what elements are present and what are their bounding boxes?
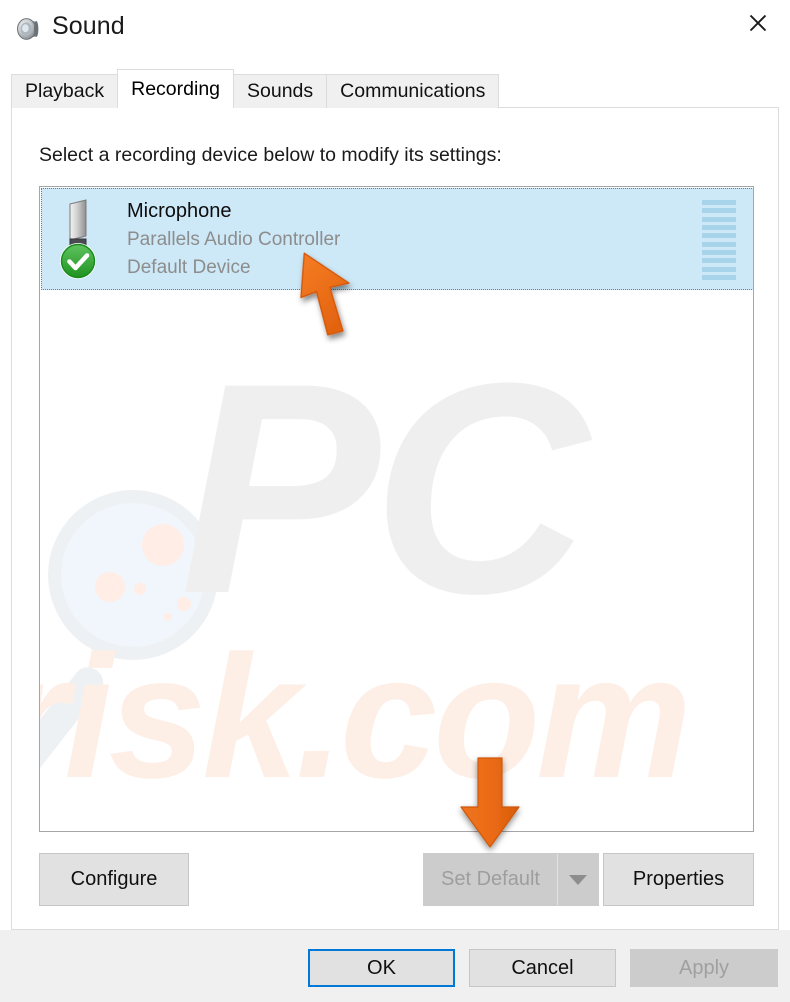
tab-communications-label: Communications [340, 80, 486, 102]
meter-segment [702, 274, 736, 280]
device-name-label: Microphone [127, 200, 232, 222]
apply-button: Apply [630, 949, 778, 987]
svg-text:PC: PC [180, 320, 592, 656]
set-default-button-label: Set Default [441, 868, 540, 890]
close-button[interactable] [726, 0, 790, 46]
close-icon [749, 14, 767, 32]
set-default-button[interactable]: Set Default [424, 854, 558, 905]
instruction-label: Select a recording device below to modif… [39, 144, 502, 166]
meter-segment [702, 249, 736, 255]
meter-segment [702, 208, 736, 214]
meter-segment [702, 241, 736, 247]
tab-recording[interactable]: Recording [117, 69, 235, 108]
tab-playback-label: Playback [25, 80, 105, 102]
title-bar: Sound [0, 0, 790, 58]
chevron-down-icon[interactable] [558, 854, 598, 905]
apply-button-label: Apply [678, 956, 730, 979]
meter-segment [702, 216, 736, 222]
ok-button[interactable]: OK [308, 949, 455, 987]
window-title: Sound [52, 12, 125, 40]
meter-segment [702, 258, 736, 264]
tab-recording-label: Recording [131, 77, 221, 100]
device-list-item-microphone[interactable]: Microphone Parallels Audio Controller De… [41, 188, 753, 290]
configure-button[interactable]: Configure [39, 853, 189, 906]
meter-segment [702, 266, 736, 272]
device-status-label: Default Device [127, 257, 251, 278]
tab-sounds-label: Sounds [247, 80, 314, 102]
recording-device-list[interactable]: PC risk.com Microphone Parallels Audio C… [39, 186, 754, 832]
meter-segment [702, 233, 736, 239]
tab-communications[interactable]: Communications [326, 74, 500, 108]
sound-dialog: Sound Playback Recording Sounds Communic… [0, 0, 790, 1002]
configure-button-label: Configure [70, 868, 158, 890]
tab-playback[interactable]: Playback [11, 74, 119, 108]
tab-strip: Playback Recording Sounds Communications [11, 69, 500, 108]
level-meter [702, 200, 736, 280]
set-default-split-button[interactable]: Set Default [423, 853, 599, 906]
device-description-label: Parallels Audio Controller [127, 229, 341, 250]
cancel-button-label: Cancel [511, 956, 574, 979]
cancel-button[interactable]: Cancel [469, 949, 616, 987]
svg-text:risk.com: risk.com [40, 620, 688, 815]
properties-button-label: Properties [632, 868, 725, 890]
meter-segment [702, 200, 736, 205]
speaker-icon [14, 14, 44, 44]
properties-button[interactable]: Properties [603, 853, 754, 906]
ok-button-label: OK [367, 956, 396, 979]
meter-segment [702, 224, 736, 230]
dialog-footer: OK Cancel Apply [0, 930, 790, 1002]
green-check-icon [60, 243, 96, 279]
tab-panel-recording: Select a recording device below to modif… [11, 107, 779, 930]
tab-sounds[interactable]: Sounds [233, 74, 328, 108]
device-icon-group [57, 198, 115, 280]
